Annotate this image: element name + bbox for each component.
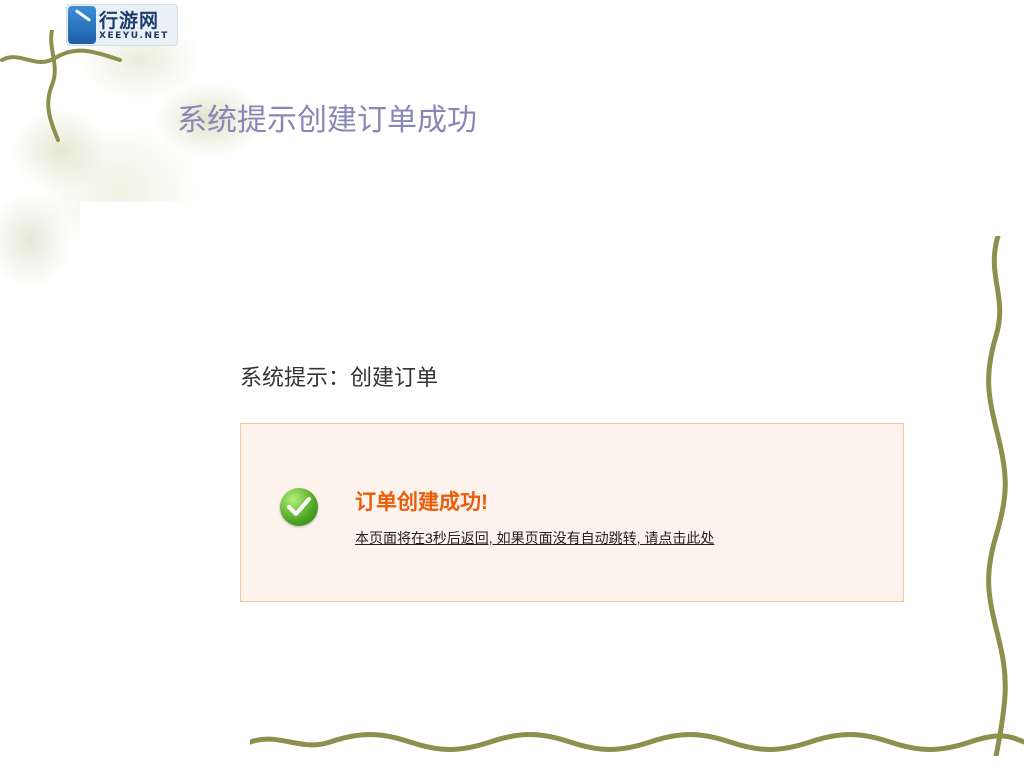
site-logo[interactable]: 行游网 XEEYU.NET <box>66 4 178 46</box>
logo-mark-icon <box>68 6 96 44</box>
system-prompt-label: 系统提示：创建订单 <box>240 365 439 390</box>
logo-name-cn: 行游网 <box>99 10 160 32</box>
success-title: 订单创建成功! <box>355 491 488 514</box>
success-message-box: 订单创建成功! 本页面将在3秒后返回, 如果页面没有自动跳转, 请点击此处 <box>240 423 904 602</box>
logo-name-en: XEEYU.NET <box>99 31 169 41</box>
slide-title: 系统提示创建订单成功 <box>177 103 477 138</box>
success-check-icon <box>280 488 318 526</box>
redirect-link[interactable]: 本页面将在3秒后返回, 如果页面没有自动跳转, 请点击此处 <box>355 528 714 548</box>
vine-bottom-decoration <box>250 732 1024 752</box>
vine-corner-decoration <box>0 30 122 142</box>
vine-right-decoration <box>986 236 1008 756</box>
